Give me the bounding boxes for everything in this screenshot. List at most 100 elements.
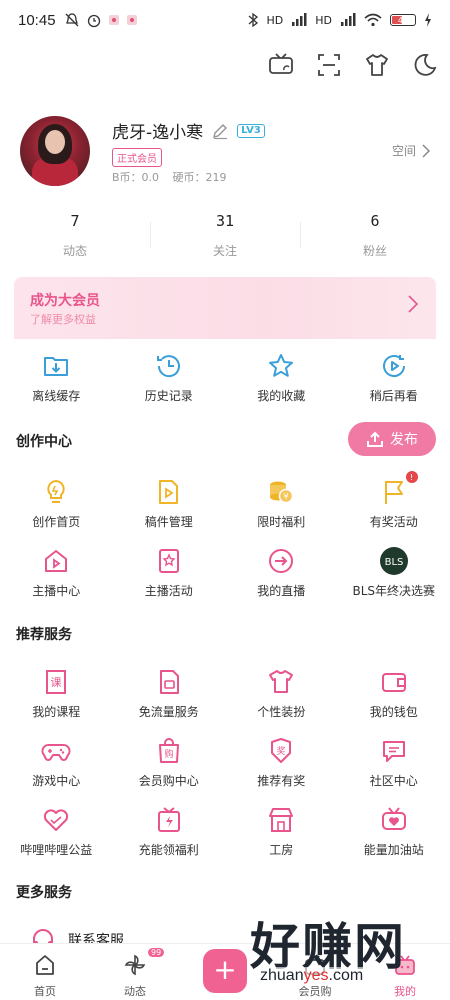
vip-banner[interactable]: 成为大会员 了解更多权益 xyxy=(14,277,436,339)
quick-action-favorites[interactable]: 我的收藏 xyxy=(225,351,338,404)
svg-text:BLS: BLS xyxy=(384,557,403,568)
status-bar: 10:45 HD HD 42 xyxy=(0,0,450,40)
tab-publish[interactable]: + xyxy=(180,944,270,1000)
b-coins: B币：0.0 xyxy=(112,171,160,184)
service-workshop[interactable]: 工房 xyxy=(225,805,338,858)
heart-icon xyxy=(41,805,71,835)
stats-row: 7 动态 31 关注 6 粉丝 xyxy=(0,212,450,259)
arrow-circle-icon xyxy=(266,546,296,576)
star-card-icon xyxy=(154,546,184,576)
tab-mine[interactable]: 我的 xyxy=(360,944,450,1000)
service-charity[interactable]: 哔哩哔哩公益 xyxy=(0,805,113,858)
coins-row: B币：0.0 硬币：219 xyxy=(112,169,237,185)
course-icon: 课 xyxy=(41,667,71,697)
scan-icon[interactable] xyxy=(316,52,342,78)
level-badge: LV3 xyxy=(237,123,265,138)
creation-item-my-live[interactable]: 我的直播 xyxy=(225,546,338,599)
vip-banner-subtitle: 了解更多权益 xyxy=(30,313,96,326)
bulb-icon xyxy=(41,477,71,507)
mute-bell-icon xyxy=(65,13,79,27)
signal-icon xyxy=(341,13,356,26)
creation-item-home[interactable]: 创作首页 xyxy=(0,477,113,530)
service-charge-benefits[interactable]: 充能领福利 xyxy=(113,805,226,858)
gift-bolt-icon xyxy=(154,805,184,835)
creation-item-streamer-events[interactable]: 主播活动 xyxy=(113,546,226,599)
creation-item-manuscripts[interactable]: 稿件管理 xyxy=(113,477,226,530)
service-energy-station[interactable]: 能量加油站 xyxy=(338,805,450,858)
space-link[interactable]: 空间 xyxy=(392,142,430,159)
signal-icon xyxy=(292,13,307,26)
shop-tv-icon xyxy=(305,955,325,975)
service-game-center[interactable]: 游戏中心 xyxy=(0,736,113,789)
service-dress-up[interactable]: 个性装扮 xyxy=(225,667,338,720)
creation-item-bls[interactable]: BLS BLS年终决选赛 xyxy=(338,546,450,599)
service-wallet[interactable]: 我的钱包 xyxy=(338,667,450,720)
history-icon xyxy=(154,351,184,381)
top-toolbar xyxy=(268,52,438,78)
quick-action-watch-later[interactable]: 稍后再看 xyxy=(338,351,450,404)
upload-icon xyxy=(367,431,383,447)
service-community-center[interactable]: 社区中心 xyxy=(338,736,450,789)
home-icon xyxy=(36,955,54,975)
quick-action-history[interactable]: 历史记录 xyxy=(113,351,226,404)
service-referral-reward[interactable]: 奖 推荐有奖 xyxy=(225,736,338,789)
star-icon xyxy=(266,351,296,381)
bluetooth-icon xyxy=(248,12,258,28)
stat-fans[interactable]: 6 粉丝 xyxy=(300,212,450,259)
svg-text:课: 课 xyxy=(51,676,62,689)
publish-button[interactable]: 发布 xyxy=(348,422,436,456)
shop-icon xyxy=(266,805,296,835)
chevron-right-icon xyxy=(422,143,430,158)
recommended-grid-row-3: 哔哩哔哩公益 充能领福利 工房 能量加油站 xyxy=(0,805,450,858)
tshirt-icon[interactable] xyxy=(364,52,390,78)
tab-home[interactable]: 首页 xyxy=(0,944,90,1000)
avatar[interactable] xyxy=(20,116,90,186)
svg-text:购: 购 xyxy=(164,748,173,760)
svg-text:¥: ¥ xyxy=(284,492,289,501)
tab-dynamics[interactable]: 99 动态 xyxy=(90,944,180,1000)
play-later-icon xyxy=(379,351,409,381)
wifi-icon xyxy=(364,13,382,27)
username-row: 虎牙-逸小寒 LV3 xyxy=(112,118,265,143)
award-icon: 奖 xyxy=(266,736,296,766)
creation-grid-row-1: 创作首页 稿件管理 ¥ 限时福利 ! 有奖活动 xyxy=(0,471,450,530)
recommended-grid-row-2: 游戏中心 购 会员购中心 奖 推荐有奖 社区中心 xyxy=(0,736,450,789)
battery-icon: 42 xyxy=(390,14,416,26)
wallet-icon xyxy=(379,667,409,697)
creation-item-prize-events[interactable]: ! 有奖活动 xyxy=(338,471,450,530)
quick-actions: 离线缓存 历史记录 我的收藏 稍后再看 xyxy=(0,351,450,404)
alarm-icon xyxy=(87,14,100,28)
profile-header: 虎牙-逸小寒 LV3 正式会员 B币：0.0 硬币：219 空间 xyxy=(20,112,440,192)
section-title-creation: 创作中心 xyxy=(16,434,72,450)
section-title-recommended: 推荐服务 xyxy=(16,627,72,643)
stat-dynamics[interactable]: 7 动态 xyxy=(0,212,150,259)
notification-badge: ! xyxy=(405,471,418,483)
main-content: 离线缓存 历史记录 我的收藏 稍后再看 创作中心 发布 创作首页 稿件管理 ¥ … xyxy=(0,339,450,949)
moon-icon[interactable] xyxy=(412,52,438,78)
tab-vip-shop[interactable]: 会员购 xyxy=(270,944,360,1000)
creation-item-limited-benefits[interactable]: ¥ 限时福利 xyxy=(225,477,338,530)
creation-item-streamer-center[interactable]: 主播中心 xyxy=(0,546,113,599)
creation-grid-row-2: 主播中心 主播活动 我的直播 BLS BLS年终决选赛 xyxy=(0,546,450,599)
download-folder-icon xyxy=(41,351,71,381)
bls-logo-icon: BLS xyxy=(379,546,409,576)
section-title-more: 更多服务 xyxy=(16,885,72,901)
coins-icon: ¥ xyxy=(266,477,296,507)
vip-badge[interactable]: 正式会员 xyxy=(112,148,162,167)
edit-icon[interactable] xyxy=(211,122,229,140)
service-my-courses[interactable]: 课 我的课程 xyxy=(0,667,113,720)
tv-heart-icon xyxy=(379,805,409,835)
tv-icon[interactable] xyxy=(268,52,294,78)
app-notification-icon xyxy=(126,15,137,25)
sim-card-icon xyxy=(154,667,184,697)
chat-icon xyxy=(379,736,409,766)
flag-icon xyxy=(379,477,409,507)
app-notification-icon xyxy=(108,15,119,25)
tv-face-icon xyxy=(395,955,415,975)
status-time: 10:45 xyxy=(18,11,56,29)
quick-action-offline-cache[interactable]: 离线缓存 xyxy=(0,351,113,404)
service-vip-shop[interactable]: 购 会员购中心 xyxy=(113,736,226,789)
service-free-data[interactable]: 免流量服务 xyxy=(113,667,226,720)
svg-text:奖: 奖 xyxy=(277,745,286,757)
stat-following[interactable]: 31 关注 xyxy=(150,212,300,259)
